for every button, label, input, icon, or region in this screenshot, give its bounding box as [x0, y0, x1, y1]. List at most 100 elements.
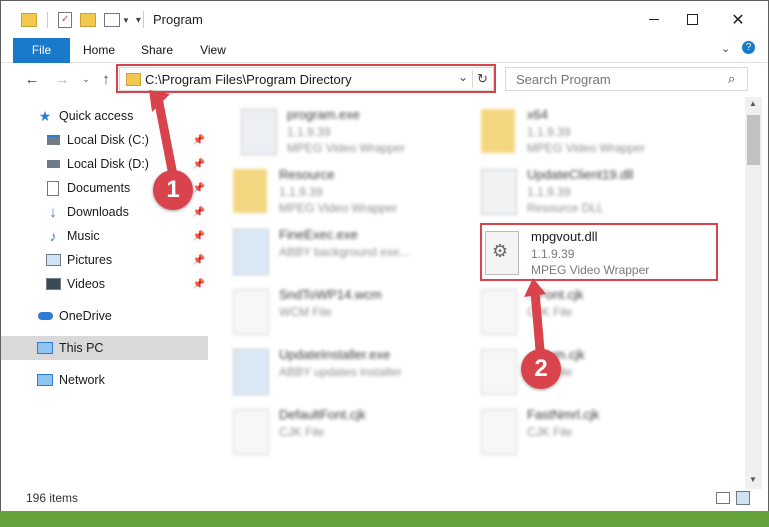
- minimize-icon: [649, 19, 659, 20]
- up-button[interactable]: ↑: [95, 67, 117, 91]
- sidebar-item-quick-access[interactable]: ★ Quick access: [1, 104, 208, 128]
- search-input[interactable]: [514, 71, 723, 88]
- navigation-pane: ★ Quick access Local Disk (C:) 📌 Local D…: [1, 97, 208, 477]
- file-icon: [233, 289, 269, 335]
- file-item[interactable]: DefaultFont.cjk CJK File: [233, 403, 473, 459]
- sidebar-item-label: OneDrive: [59, 309, 112, 323]
- scroll-down-icon[interactable]: ▼: [749, 475, 757, 484]
- sidebar-item-label: Music: [67, 229, 100, 243]
- file-list: program.exe 1.1.9.39 MPEG Video Wrapper …: [211, 97, 743, 477]
- sidebar-item-music[interactable]: ♪ Music 📌: [1, 224, 208, 248]
- folder-icon[interactable]: [21, 13, 37, 27]
- callout-two: 2: [521, 349, 561, 389]
- pin-icon[interactable]: 📌: [193, 279, 205, 290]
- window-title: Program: [153, 12, 203, 27]
- navigation-bar: ← → ⌄ ↑ C:\Program Files\Program Directo…: [1, 63, 768, 95]
- chevron-down-icon[interactable]: ▼: [122, 16, 130, 25]
- file-item[interactable]: FineExec.exe ABBY background exe...: [233, 223, 473, 279]
- pin-icon[interactable]: 📌: [193, 207, 205, 218]
- file-item[interactable]: ...Font.cjk CJK File: [481, 283, 721, 339]
- file-item[interactable]: ...Num.cjk CJK File: [481, 343, 721, 399]
- ribbon: File Home Share View ⌄ ?: [1, 38, 768, 94]
- pin-icon[interactable]: 📌: [193, 255, 205, 266]
- file-item[interactable]: SndToWP14.wcm WCM File: [233, 283, 473, 339]
- sidebar-item-local-disk-c[interactable]: Local Disk (C:) 📌: [1, 128, 208, 152]
- cloud-icon: [37, 308, 53, 324]
- status-bar: 196 items: [1, 489, 768, 507]
- app-icon: [233, 229, 269, 275]
- help-icon[interactable]: ?: [742, 41, 755, 54]
- customize-toolbar-icon[interactable]: ▾: [136, 15, 141, 26]
- sidebar-item-label: Pictures: [67, 253, 113, 267]
- close-button[interactable]: ✕: [715, 1, 761, 38]
- properties-icon[interactable]: ✓: [58, 12, 72, 28]
- file-item[interactable]: Resource 1.1.9.39 MPEG Video Wrapper: [233, 163, 473, 219]
- scroll-thumb[interactable]: [747, 115, 760, 165]
- file-icon: [481, 409, 517, 455]
- sidebar-item-onedrive[interactable]: OneDrive: [1, 304, 208, 328]
- arrow-up-icon: ↑: [102, 70, 110, 88]
- maximize-icon: [686, 14, 698, 25]
- file-item[interactable]: UpdateClient19.dll 1.1.9.39 Resource DLL: [481, 163, 721, 219]
- pin-icon[interactable]: 📌: [193, 159, 205, 170]
- expand-ribbon-icon[interactable]: ⌄: [721, 42, 730, 55]
- item-count: 196 items: [26, 491, 79, 505]
- sidebar-item-this-pc[interactable]: This PC: [1, 336, 208, 360]
- recent-locations-button[interactable]: ⌄: [75, 67, 97, 91]
- chevron-down-icon[interactable]: ⌄: [458, 70, 468, 84]
- callout-one: 1: [153, 170, 193, 210]
- tab-share[interactable]: Share: [134, 38, 180, 62]
- sidebar-item-label: This PC: [59, 341, 104, 355]
- maximize-button[interactable]: [669, 1, 715, 38]
- drive-icon: [45, 132, 61, 148]
- computer-icon: [37, 340, 53, 356]
- sidebar-item-label: Videos: [67, 277, 105, 291]
- sidebar-item-network[interactable]: Network: [1, 368, 208, 392]
- refresh-icon[interactable]: ↻: [477, 71, 488, 87]
- address-bar[interactable]: C:\Program Files\Program Directory ⌄ ↻: [119, 67, 494, 91]
- scroll-up-icon[interactable]: ▲: [749, 99, 757, 108]
- pin-icon[interactable]: 📌: [193, 183, 205, 194]
- tab-home[interactable]: Home: [77, 38, 121, 62]
- bottom-border: [0, 511, 769, 527]
- file-icon: [481, 349, 517, 395]
- new-folder-icon[interactable]: [80, 13, 96, 27]
- arrow-right-icon: →: [54, 70, 70, 88]
- address-path[interactable]: C:\Program Files\Program Directory: [145, 72, 352, 87]
- sidebar-item-label: Downloads: [67, 205, 129, 219]
- arrow-left-icon: ←: [24, 70, 40, 88]
- search-box[interactable]: ⌕: [505, 67, 748, 91]
- sidebar-item-label: Quick access: [59, 109, 134, 123]
- sidebar-item-label: Local Disk (C:): [67, 133, 149, 147]
- file-highlight: [480, 223, 718, 281]
- pin-icon[interactable]: 📌: [193, 231, 205, 242]
- view-options-icon[interactable]: [104, 13, 120, 27]
- network-icon: [37, 372, 53, 388]
- sidebar-item-label: Network: [59, 373, 105, 387]
- details-view-icon[interactable]: [716, 492, 730, 504]
- download-icon: ↓: [49, 203, 57, 221]
- tab-view[interactable]: View: [193, 38, 233, 62]
- file-item[interactable]: program.exe 1.1.9.39 MPEG Video Wrapper: [241, 103, 481, 159]
- pictures-icon: [45, 252, 61, 268]
- file-item[interactable]: x64 1.1.9.39 MPEG Video Wrapper: [481, 103, 721, 159]
- search-icon: ⌕: [728, 71, 736, 86]
- pin-icon[interactable]: 📌: [193, 135, 205, 146]
- folder-icon: [233, 169, 267, 213]
- file-icon: [481, 289, 517, 335]
- forward-button[interactable]: →: [51, 67, 73, 91]
- title-bar: ✓ ▼ ▾ Program ✕: [1, 1, 768, 38]
- large-icons-view-icon[interactable]: [736, 491, 750, 505]
- sidebar-item-pictures[interactable]: Pictures 📌: [1, 248, 208, 272]
- videos-icon: [45, 276, 61, 292]
- star-icon: ★: [38, 107, 52, 124]
- sidebar-item-videos[interactable]: Videos 📌: [1, 272, 208, 296]
- chevron-down-icon: ⌄: [82, 73, 90, 84]
- back-button[interactable]: ←: [21, 67, 43, 91]
- vertical-scrollbar[interactable]: ▲ ▼: [745, 97, 762, 489]
- sidebar-item-label: Local Disk (D:): [67, 157, 149, 171]
- drive-icon: [45, 156, 61, 172]
- file-item[interactable]: UpdateInstaller.exe ABBY updates install…: [233, 343, 473, 399]
- file-item[interactable]: FastNmrl.cjk CJK File: [481, 403, 721, 459]
- gear-icon: [481, 169, 517, 215]
